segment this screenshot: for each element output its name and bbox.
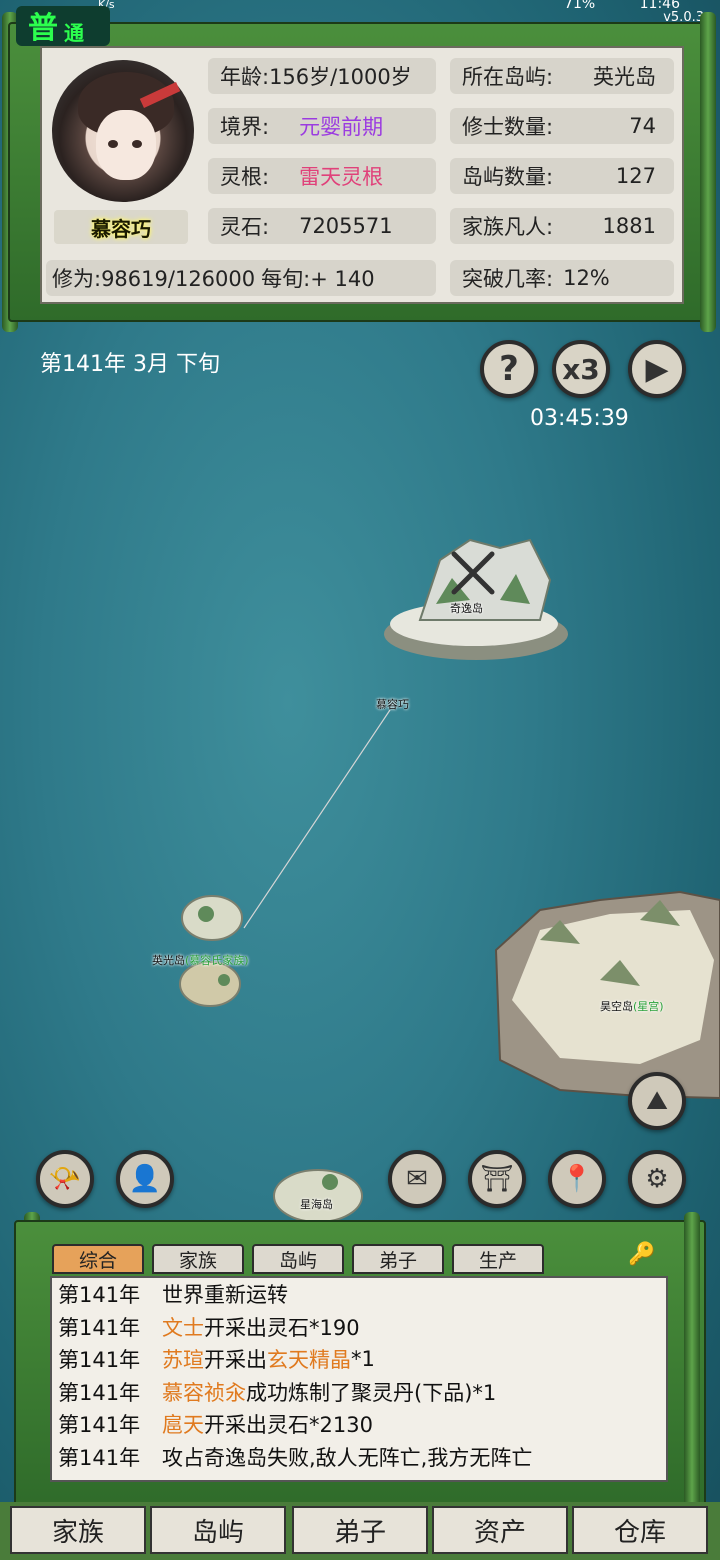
island-haokong-name: 昊空岛 xyxy=(600,1000,633,1013)
log-list[interactable]: 第141年 世界重新运转 第141年 文士 开采出灵石*190 第141年 苏瑄 开采出 玄天精… xyxy=(50,1276,668,1482)
log-row: 第141年 苏瑄 开采出 玄天精晶 *1 xyxy=(52,1343,666,1376)
log-highlight: 扈天 xyxy=(162,1413,204,1438)
log-highlight: 苏瑄 xyxy=(162,1348,204,1373)
mountain-icon: ⛰ xyxy=(646,1085,668,1116)
log-text: 开采出灵石*190 xyxy=(204,1315,360,1340)
scroll-key-icon[interactable]: 🔑 xyxy=(628,1242,668,1272)
log-row: 第141年 扈天 开采出灵石*2130 xyxy=(52,1408,666,1441)
mail-button[interactable]: ✉ xyxy=(388,1150,446,1208)
island-haokong-shape[interactable] xyxy=(494,890,720,1100)
bust-button[interactable]: 👤 xyxy=(116,1150,174,1208)
log-rod-right xyxy=(684,1212,700,1512)
log-row: 第141年 慕容祯汆 成功炼制了聚灵丹(下品)*1 xyxy=(52,1376,666,1409)
travel-route-line xyxy=(243,709,391,929)
log-text: 开采出 xyxy=(204,1348,267,1373)
log-text: 攻占奇逸岛失败,敌人无阵亡,我方无阵亡 xyxy=(162,1445,533,1470)
nav-disciples-button[interactable]: 弟子 xyxy=(292,1506,428,1554)
island-yingguang-shape[interactable] xyxy=(179,895,243,1007)
nav-islands-button[interactable]: 岛屿 xyxy=(150,1506,286,1554)
log-text: *1 xyxy=(351,1347,375,1372)
mountain-button[interactable]: ⛰ xyxy=(628,1072,686,1130)
island-haokong-owner: (星宫) xyxy=(633,1000,664,1013)
horn-icon: 📯 xyxy=(48,1164,82,1194)
log-year: 第141年 xyxy=(58,1380,141,1405)
gate-button[interactable]: ⛩ xyxy=(468,1150,526,1208)
log-row: 第141年 文士 开采出灵石*190 xyxy=(52,1311,666,1344)
tab-disciples[interactable]: 弟子 xyxy=(352,1244,444,1274)
log-year: 第141年 xyxy=(58,1445,141,1470)
log-row: 第141年 世界重新运转 xyxy=(52,1278,666,1311)
log-year: 第141年 xyxy=(58,1283,141,1308)
player-marker-name: 慕容巧 xyxy=(376,698,409,711)
log-year: 第141年 xyxy=(58,1413,141,1438)
bust-icon: 👤 xyxy=(128,1164,162,1194)
island-haokong-label[interactable]: 昊空岛(星宫) xyxy=(600,998,664,1014)
island-yingguang-name: 英光岛 xyxy=(152,954,185,967)
tab-production[interactable]: 生产 xyxy=(452,1244,544,1274)
mail-icon: ✉ xyxy=(406,1164,428,1194)
island-yingguang-label[interactable]: 英光岛(慕容氏家族) xyxy=(152,952,249,968)
tab-general[interactable]: 综合 xyxy=(52,1244,144,1274)
gear-icon: ⚙ xyxy=(645,1164,669,1194)
location-pin-icon: 📍 xyxy=(560,1164,594,1194)
horn-button[interactable]: 📯 xyxy=(36,1150,94,1208)
log-highlight: 慕容祯汆 xyxy=(162,1380,246,1405)
log-highlight: 玄天精晶 xyxy=(267,1348,351,1373)
island-qiyi-label[interactable]: 奇逸岛 xyxy=(450,600,483,616)
island-xinghai-label[interactable]: 星海岛 xyxy=(300,1196,333,1212)
log-highlight: 文士 xyxy=(162,1315,204,1340)
log-text: 成功炼制了聚灵丹(下品)*1 xyxy=(246,1380,497,1405)
tab-family[interactable]: 家族 xyxy=(152,1244,244,1274)
log-row: 第141年 攻占奇逸岛失败,敌人无阵亡,我方无阵亡 xyxy=(52,1441,666,1474)
nav-warehouse-button[interactable]: 仓库 xyxy=(572,1506,708,1554)
nav-assets-button[interactable]: 资产 xyxy=(432,1506,568,1554)
log-year: 第141年 xyxy=(58,1348,141,1373)
location-button[interactable]: 📍 xyxy=(548,1150,606,1208)
log-text: 世界重新运转 xyxy=(162,1283,288,1308)
log-year: 第141年 xyxy=(58,1315,141,1340)
log-text: 开采出灵石*2130 xyxy=(204,1413,373,1438)
settings-button[interactable]: ⚙ xyxy=(628,1150,686,1208)
gate-icon: ⛩ xyxy=(480,1164,514,1194)
nav-family-button[interactable]: 家族 xyxy=(10,1506,146,1554)
tab-islands[interactable]: 岛屿 xyxy=(252,1244,344,1274)
island-yingguang-owner: (慕容氏家族) xyxy=(185,954,249,967)
